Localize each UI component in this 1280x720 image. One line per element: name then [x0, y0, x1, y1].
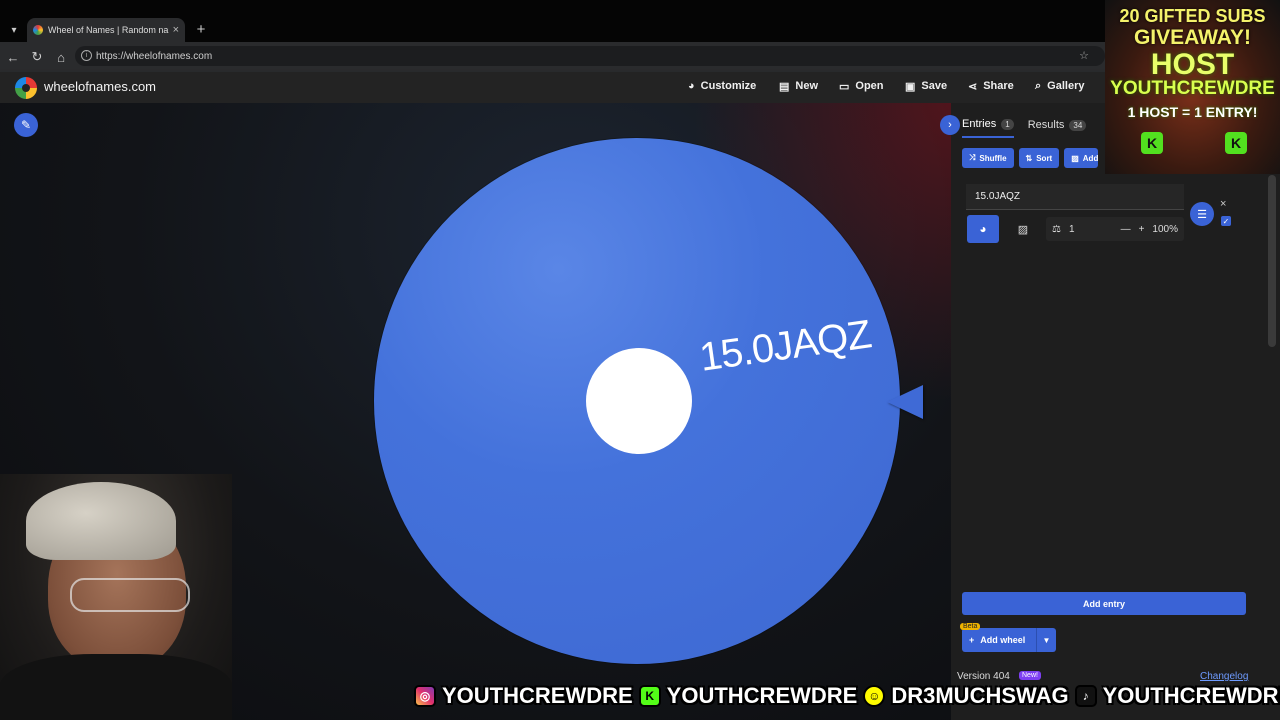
file-icon: ▤ [779, 80, 790, 93]
entry-weight-control: ⚖ 1 — + 100% [1046, 217, 1184, 241]
shuffle-icon: ⤨ [969, 153, 976, 162]
kick-coin-icon: K [1225, 132, 1247, 154]
sort-label: Sort [1036, 153, 1053, 163]
open-label: Open [855, 80, 884, 92]
tab-entries[interactable]: Entries 1 [962, 118, 1014, 138]
wheel-center-hub[interactable] [586, 348, 692, 454]
entry-text-field[interactable]: 15.0JAQZ [966, 184, 1184, 210]
folder-icon: ▭ [839, 80, 850, 93]
entry-enabled-checkbox[interactable]: ✓ [1221, 216, 1231, 226]
promo-line-2: GIVEAWAY! [1133, 26, 1252, 49]
collapse-panel-chevron-icon[interactable]: › [940, 115, 960, 135]
streamer-glasses [70, 578, 190, 612]
entry-color-palette-icon[interactable]: ◕ [967, 215, 999, 243]
share-icon: ⋖ [968, 80, 978, 93]
panel-tabs: Entries 1 Results 34 [962, 118, 1087, 138]
snapchat-icon: ☺ [863, 685, 886, 707]
tab-results[interactable]: Results 34 [1028, 118, 1087, 138]
search-icon: ⌕ [1035, 79, 1042, 92]
tiktok-icon: ♪ [1074, 685, 1097, 707]
panel-scrollbar[interactable] [1268, 175, 1276, 347]
results-count-badge: 34 [1069, 119, 1087, 131]
entry-actions: ⤨ Shuffle ⇅ Sort ▨ Add [962, 148, 1099, 168]
entry-image-icon[interactable]: ▨ [1010, 215, 1036, 243]
home-icon[interactable]: ⌂ [52, 48, 70, 66]
giveaway-promo-overlay: 20 GIFTED SUBS GIVEAWAY! HOST YOUTHCREWD… [1105, 0, 1280, 174]
weight-increase-button[interactable]: + [1139, 224, 1145, 235]
weight-decrease-button[interactable]: — [1121, 224, 1131, 235]
streamer-shirt [0, 654, 232, 720]
tab-title: Wheel of Names | Random name p [48, 25, 169, 35]
reload-icon[interactable]: ↻ [28, 48, 46, 66]
tab-close-icon[interactable]: × [173, 24, 179, 36]
add-wheel-button[interactable]: + Add wheel [962, 628, 1036, 652]
back-icon[interactable]: ← [4, 48, 22, 66]
add-wheel-dropdown-chevron-icon[interactable]: ▼ [1036, 628, 1056, 652]
social-handles-bar: ◎ YOUTHCREWDRE K YOUTHCREWDRE ☺ DR3MUCHS… [414, 681, 1280, 711]
palette-icon: ◕ [688, 80, 695, 92]
entry-remove-icon[interactable]: × [1220, 198, 1226, 210]
address-bar[interactable]: i https://wheelofnames.com ☆ [75, 46, 1105, 66]
open-button[interactable]: ▭ Open [839, 78, 884, 94]
promo-line-5: 1 HOST = 1 ENTRY! [1127, 104, 1258, 120]
share-label: Share [983, 80, 1014, 92]
site-info-icon[interactable]: i [81, 50, 92, 61]
sort-icon: ⇅ [1025, 153, 1033, 163]
favicon-icon [33, 25, 43, 35]
add-label: Add [1082, 153, 1099, 163]
browser-tab[interactable]: Wheel of Names | Random name p × [27, 18, 185, 42]
instagram-icon: ◎ [414, 685, 436, 707]
add-image-button[interactable]: ▨ Add [1064, 148, 1099, 168]
instagram-handle: YOUTHCREWDRE [442, 683, 633, 708]
new-badge: New! [1019, 671, 1041, 680]
kick-coin-icon: K [1141, 132, 1163, 154]
add-wheel-label: Add wheel [980, 635, 1026, 645]
customize-label: Customize [700, 80, 757, 92]
entries-count-badge: 1 [1001, 118, 1014, 130]
share-button[interactable]: ⋖ Share [968, 78, 1014, 94]
save-label: Save [921, 80, 948, 92]
edit-pencil-icon[interactable]: ✎ [14, 113, 38, 137]
promo-line-4: YOUTHCREWDRE [1110, 78, 1275, 99]
wheel-pointer-icon [887, 385, 923, 419]
webcam-overlay [0, 474, 232, 720]
bookmark-star-icon[interactable]: ☆ [1079, 49, 1099, 62]
logo-icon[interactable] [15, 77, 37, 99]
tiktok-handle: YOUTHCREWDRE [1102, 683, 1280, 708]
streamer-cap [26, 482, 176, 560]
kick-handle: YOUTHCREWDRE [666, 683, 858, 708]
image-icon: ▨ [1071, 153, 1079, 163]
url-text: https://wheelofnames.com [96, 50, 213, 62]
tab-search-icon[interactable]: ▾ [4, 20, 24, 40]
site-header [0, 72, 1280, 103]
browser-tab-bar: ▾ Wheel of Names | Random name p × + [0, 0, 1280, 42]
gallery-button[interactable]: ⌕ Gallery [1035, 78, 1084, 94]
save-icon: ▣ [905, 80, 916, 93]
promo-line-3: HOST [1150, 48, 1235, 81]
snapchat-handle: DR3MUCHSWAG [891, 683, 1069, 708]
customize-button[interactable]: ◕ Customize [688, 78, 756, 94]
new-tab-button[interactable]: + [192, 20, 210, 38]
site-name[interactable]: wheelofnames.com [44, 79, 156, 94]
sort-button[interactable]: ⇅ Sort [1018, 148, 1060, 168]
shuffle-button[interactable]: ⤨ Shuffle [962, 148, 1014, 168]
beta-badge: Beta [960, 623, 981, 630]
weight-scale-icon: ⚖ [1052, 223, 1061, 235]
weight-percent: 100% [1152, 223, 1178, 235]
tab-entries-label: Entries [962, 118, 997, 130]
kick-icon: K [638, 685, 661, 707]
add-entry-button[interactable]: Add entry [962, 592, 1246, 615]
save-button[interactable]: ▣ Save [905, 78, 947, 94]
plus-icon: + [969, 635, 975, 645]
tab-results-label: Results [1027, 119, 1065, 131]
gallery-label: Gallery [1047, 80, 1085, 92]
new-button[interactable]: ▤ New [779, 78, 818, 94]
promo-line-1: 20 GIFTED SUBS [1119, 6, 1266, 26]
new-label: New [795, 80, 819, 92]
shuffle-label: Shuffle [979, 153, 1007, 163]
weight-value[interactable]: 1 [1069, 224, 1075, 235]
entry-settings-icon[interactable]: ☰ [1190, 202, 1214, 226]
